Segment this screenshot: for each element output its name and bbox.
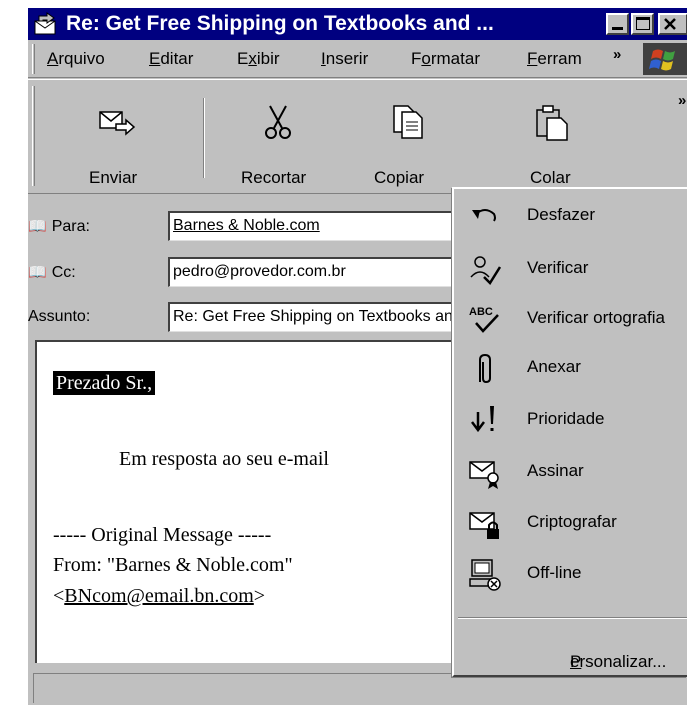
subject-field[interactable]: Re: Get Free Shipping on Textbooks and M… [168, 302, 498, 332]
from-line: From: "Barnes & Noble.com" [53, 554, 293, 576]
svg-text:ABC: ABC [469, 306, 493, 318]
menu-item-offline[interactable]: Off-line [454, 550, 687, 600]
encrypt-icon [469, 512, 499, 539]
status-field [33, 673, 687, 703]
window-title: Re: Get Free Shipping on Textbooks and .… [66, 12, 494, 35]
menu-exibir[interactable]: Exibir [237, 49, 280, 69]
toolbar-grip[interactable] [32, 86, 35, 186]
close-icon [664, 18, 676, 30]
maximize-icon [636, 17, 650, 30]
toolbar-separator [203, 98, 205, 178]
spelling-label: Verificar ortografia [527, 308, 665, 327]
offline-label: Off-line [527, 563, 582, 582]
cut-label: Recortar [241, 168, 307, 187]
spelling-icon: ABC [469, 306, 499, 333]
check-names-label: Verificar [527, 258, 589, 277]
scissors-icon [265, 105, 291, 139]
paste-label: Colar [530, 168, 571, 187]
menu-item-spelling[interactable]: ABC Verificar ortografia [454, 295, 687, 345]
check-names-icon [470, 256, 502, 285]
menu-arquivo[interactable]: Arquivo [47, 49, 105, 69]
paste-icon [536, 105, 568, 141]
minimize-button[interactable] [606, 13, 629, 35]
priority-icon [471, 406, 494, 433]
menu-item-customize[interactable]: Personalizar... [454, 636, 687, 672]
send-label: Enviar [89, 168, 138, 187]
cut-button[interactable]: Recortar [223, 80, 333, 193]
sign-icon [469, 461, 499, 489]
menu-item-undo[interactable]: Desfazer [454, 192, 687, 242]
minimize-icon [612, 27, 623, 30]
copy-label: Copiar [374, 168, 425, 187]
cc-field[interactable]: pedro@provedor.com.br [168, 257, 498, 287]
greeting-text: Prezado Sr., [53, 371, 156, 395]
reply-mail-icon [34, 12, 56, 35]
menu-editar[interactable]: Editar [149, 49, 193, 69]
undo-icon [472, 209, 496, 222]
send-button[interactable]: Enviar [40, 80, 190, 193]
menu-grip[interactable] [32, 44, 35, 74]
copy-icon [393, 105, 423, 139]
menu-ferramentas[interactable]: Ferram [527, 49, 582, 69]
title-bar: Re: Get Free Shipping on Textbooks and .… [28, 8, 687, 40]
offline-icon [469, 559, 501, 591]
menu-item-check-names[interactable]: Verificar [454, 245, 687, 295]
copy-button[interactable]: Copiar [348, 80, 458, 193]
menu-item-sign[interactable]: Assinar [454, 448, 687, 498]
original-message-marker: ----- Original Message ----- [53, 524, 272, 546]
cc-label-row[interactable]: 📖 Cc: [28, 263, 76, 282]
maximize-button[interactable] [631, 13, 654, 35]
windows-logo-icon [643, 43, 687, 75]
menu-overflow-chevron[interactable]: » [613, 46, 621, 63]
email-line: <BNcom@email.bn.com> [53, 585, 266, 607]
undo-label: Desfazer [527, 205, 596, 224]
priority-label: Prioridade [527, 409, 605, 428]
send-icon [99, 111, 136, 136]
menu-item-priority[interactable]: Prioridade [454, 396, 687, 446]
menu-item-attach[interactable]: Anexar [454, 344, 687, 394]
email-link[interactable]: BNcom@email.bn.com [64, 585, 254, 607]
toolbar: Enviar Recortar Copiar Colar » [28, 79, 687, 194]
close-button[interactable] [658, 13, 687, 35]
menu-separator [458, 617, 687, 619]
address-book-icon: 📖 [28, 218, 47, 235]
to-field[interactable]: Barnes & Noble.com [168, 211, 498, 241]
toolbar-overflow-menu: Desfazer Verificar ABC Verificar ortogra… [452, 187, 687, 677]
sign-label: Assinar [527, 461, 584, 480]
menu-bar: Arquivo Editar Exibir Inserir Formatar F… [28, 40, 687, 78]
toolbar-overflow-chevron[interactable]: » [678, 92, 686, 109]
attach-label: Anexar [527, 357, 581, 376]
paperclip-icon [479, 353, 491, 384]
paste-button[interactable]: Colar [498, 80, 608, 193]
menu-inserir[interactable]: Inserir [321, 49, 368, 69]
menu-item-encrypt[interactable]: Criptografar [454, 499, 687, 549]
reply-text: Em resposta ao seu e-mail [119, 448, 329, 470]
menu-formatar[interactable]: Formatar [411, 49, 480, 69]
to-label-row[interactable]: 📖 Para: [28, 217, 90, 236]
address-book-icon: 📖 [28, 264, 47, 281]
subject-label: Assunto: [28, 308, 91, 325]
encrypt-label: Criptografar [527, 512, 617, 531]
